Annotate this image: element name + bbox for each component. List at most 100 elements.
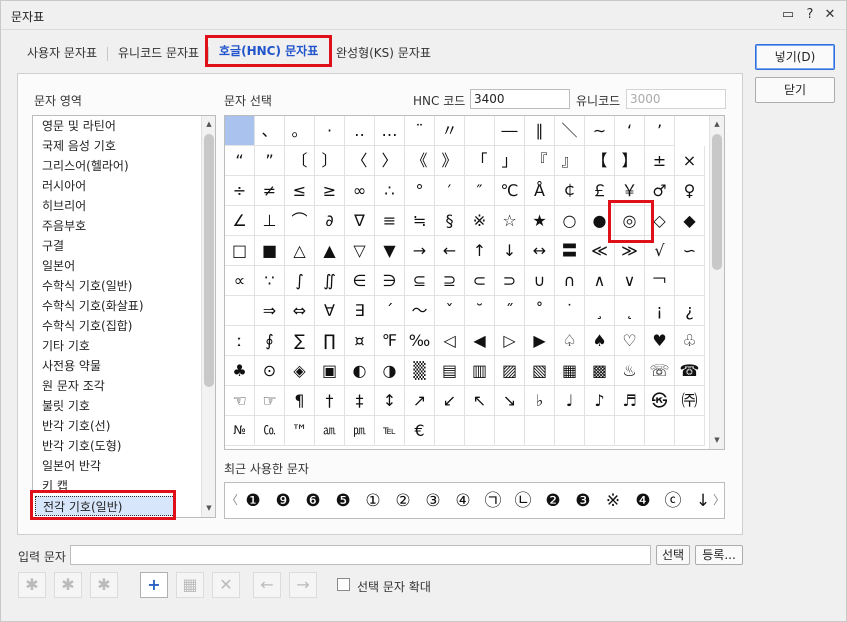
char-cell[interactable]: ⌒ (285, 206, 315, 236)
char-cell[interactable] (555, 416, 585, 446)
char-cell[interactable]: ⇔ (285, 296, 315, 326)
edit-user-char-icon[interactable]: ✱ (54, 572, 82, 598)
char-cell[interactable]: ㈜ (675, 386, 705, 416)
delete-user-char-icon[interactable]: ✱ (90, 572, 118, 598)
area-list-item[interactable]: 히브리어 (42, 196, 86, 216)
char-cell[interactable]: ⊇ (435, 266, 465, 296)
char-cell[interactable]: 〔 (285, 146, 315, 176)
char-cell[interactable]: ∈ (345, 266, 375, 296)
char-cell[interactable]: § (435, 206, 465, 236)
char-cell[interactable]: 」 (495, 146, 525, 176)
recent-char-cell[interactable]: ④ (448, 486, 478, 516)
char-cell[interactable]: ° (405, 176, 435, 206)
char-cell[interactable]: ～ (405, 296, 435, 326)
char-cell[interactable]: ∮ (255, 326, 285, 356)
recent-char-cell[interactable]: ❻ (298, 486, 328, 516)
char-cell[interactable]: 〈 (345, 146, 375, 176)
area-list-item[interactable]: 기타 기호 (42, 336, 90, 356)
scroll-down-icon[interactable]: ▼ (202, 501, 215, 516)
recent-char-cell[interactable]: ❸ (568, 486, 598, 516)
close-button[interactable]: 닫기 (755, 77, 835, 103)
char-grid[interactable]: 、。·‥…¨〃­―∥＼∼‘’ “”〔〕〈〉《》「」『』【】±× ÷≠≤≥∞∴°′″℃… (224, 115, 725, 450)
char-cell[interactable]: ∏ (315, 326, 345, 356)
char-cell[interactable] (675, 266, 705, 296)
char-cell[interactable]: ‡ (345, 386, 375, 416)
char-cell[interactable]: ▒ (405, 356, 435, 386)
char-cell[interactable]: ← (435, 236, 465, 266)
select-button[interactable]: 선택 (656, 545, 690, 565)
char-cell[interactable]: 】 (615, 146, 645, 176)
char-cell[interactable]: ■ (255, 236, 285, 266)
char-cell[interactable]: ♩ (555, 386, 585, 416)
char-cell[interactable]: ♠ (585, 326, 615, 356)
char-cell[interactable]: ☆ (495, 206, 525, 236)
recent-char-cell[interactable]: ㉠ (478, 486, 508, 516)
add-user-char-icon[interactable]: ✱ (18, 572, 46, 598)
char-cell[interactable]: ∋ (375, 266, 405, 296)
char-cell[interactable]: ∽ (675, 236, 705, 266)
char-cell[interactable]: ≡ (375, 206, 405, 236)
recent-char-cell[interactable]: ㉡ (508, 486, 538, 516)
char-cell[interactable]: ♬ (615, 386, 645, 416)
char-cell[interactable]: ￠ (555, 176, 585, 206)
char-cell[interactable]: ▲ (315, 236, 345, 266)
area-list-item[interactable]: 수학식 기호(화살표) (42, 296, 144, 316)
char-cell[interactable]: ∠ (225, 206, 255, 236)
char-cell[interactable]: ▽ (345, 236, 375, 266)
char-cell[interactable]: “ (225, 146, 255, 176)
scroll-up-icon[interactable]: ▲ (202, 117, 215, 132)
area-list-item[interactable]: 사전용 약물 (42, 356, 101, 376)
char-cell[interactable]: ↑ (465, 236, 495, 266)
char-cell[interactable]: ˙ (555, 296, 585, 326)
char-cell[interactable]: × (675, 146, 705, 176)
char-cell[interactable]: Å (525, 176, 555, 206)
char-cell[interactable]: ˚ (525, 296, 555, 326)
char-cell[interactable]: ☜ (225, 386, 255, 416)
recent-char-cell[interactable]: ① (358, 486, 388, 516)
char-cell[interactable]: ☎ (675, 356, 705, 386)
char-cell[interactable]: ↖ (465, 386, 495, 416)
char-cell[interactable]: ▥ (465, 356, 495, 386)
char-cell[interactable]: ∃ (345, 296, 375, 326)
char-cell[interactable]: ㏘ (345, 416, 375, 446)
char-cell[interactable]: ☏ (645, 356, 675, 386)
char-cell[interactable]: · (315, 116, 345, 146)
char-cell[interactable]: ″ (465, 176, 495, 206)
char-cell[interactable]: ≥ (315, 176, 345, 206)
tab-ks-chars[interactable]: 완성형(KS) 문자표 (336, 37, 431, 69)
char-cell[interactable] (495, 416, 525, 446)
scroll-down-icon[interactable]: ▼ (710, 433, 724, 448)
char-cell[interactable]: 、 (255, 116, 285, 146)
char-cell[interactable]: ⊙ (255, 356, 285, 386)
recent-char-cell[interactable]: ❶ (238, 486, 268, 516)
insert-button[interactable]: 넣기(D) (755, 44, 835, 70)
arrow-left-icon[interactable]: ← (253, 572, 281, 598)
area-list-item[interactable]: 그리스어(헬라어) (42, 156, 129, 176)
restore-icon[interactable]: ▭ (779, 6, 797, 24)
char-cell[interactable]: ○ (555, 206, 585, 236)
char-cell[interactable]: ¨ (405, 116, 435, 146)
char-cell[interactable]: 』 (555, 146, 585, 176)
char-cell[interactable]: ∨ (615, 266, 645, 296)
char-cell[interactable]: 。 (285, 116, 315, 146)
area-list-item[interactable]: 수학식 기호(집합) (42, 316, 132, 336)
char-cell[interactable]: ˝ (495, 296, 525, 326)
char-cell[interactable]: ♥ (645, 326, 675, 356)
char-cell[interactable]: ™ (285, 416, 315, 446)
char-cell[interactable] (465, 416, 495, 446)
char-cell[interactable]: ∇ (345, 206, 375, 236)
char-cell[interactable]: ◁ (435, 326, 465, 356)
recent-char-cell[interactable]: ❷ (538, 486, 568, 516)
char-cell[interactable]: ¤ (345, 326, 375, 356)
char-cell[interactable]: ∞ (345, 176, 375, 206)
char-cell[interactable]: † (315, 386, 345, 416)
char-cell[interactable]: ­ (465, 116, 495, 146)
recent-char-cell[interactable]: ② (388, 486, 418, 516)
char-cell[interactable]: ± (645, 146, 675, 176)
char-cell[interactable]: ′ (435, 176, 465, 206)
recent-left-icon[interactable]: 〈 (226, 483, 238, 518)
char-cell[interactable] (435, 416, 465, 446)
scroll-up-icon[interactable]: ▲ (710, 117, 724, 132)
char-cell[interactable]: ∝ (225, 266, 255, 296)
char-cell[interactable] (225, 116, 255, 146)
